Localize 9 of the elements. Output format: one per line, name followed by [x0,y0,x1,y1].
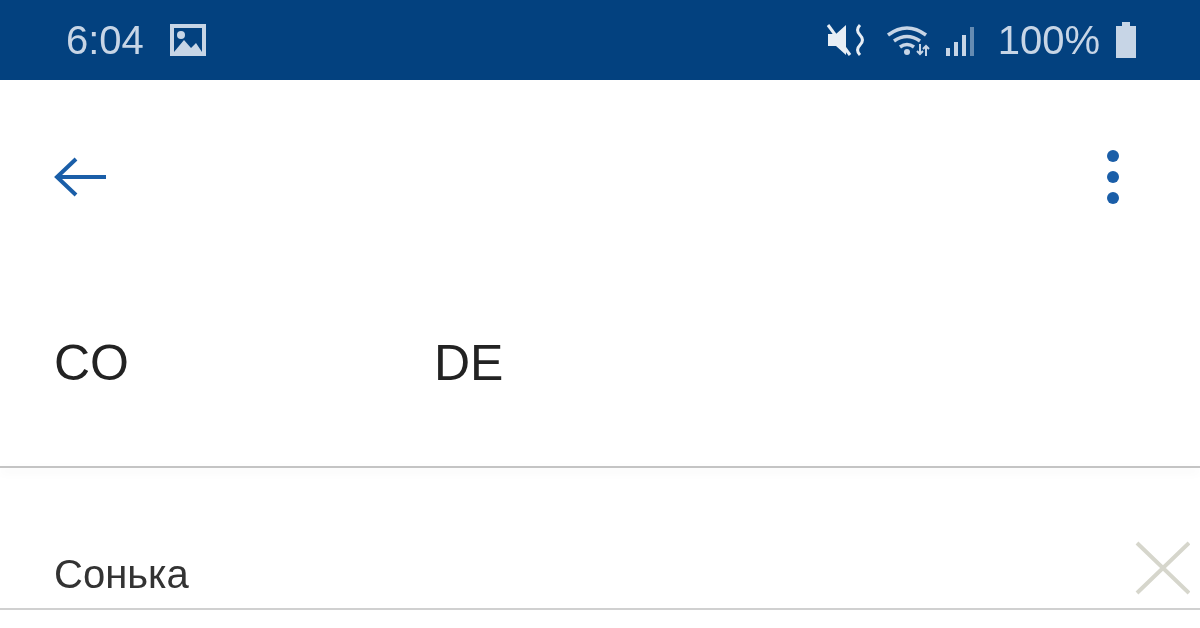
language-option[interactable]: CO [54,334,434,392]
input-field[interactable]: Сонька [54,544,1134,604]
battery-level: 100% [997,17,1100,63]
back-button[interactable] [52,157,108,197]
more-menu-button[interactable] [1106,149,1120,205]
battery-icon [1114,21,1138,59]
language-option[interactable]: DE [434,334,814,392]
status-time: 6:04 [66,17,144,63]
image-icon [167,22,208,58]
